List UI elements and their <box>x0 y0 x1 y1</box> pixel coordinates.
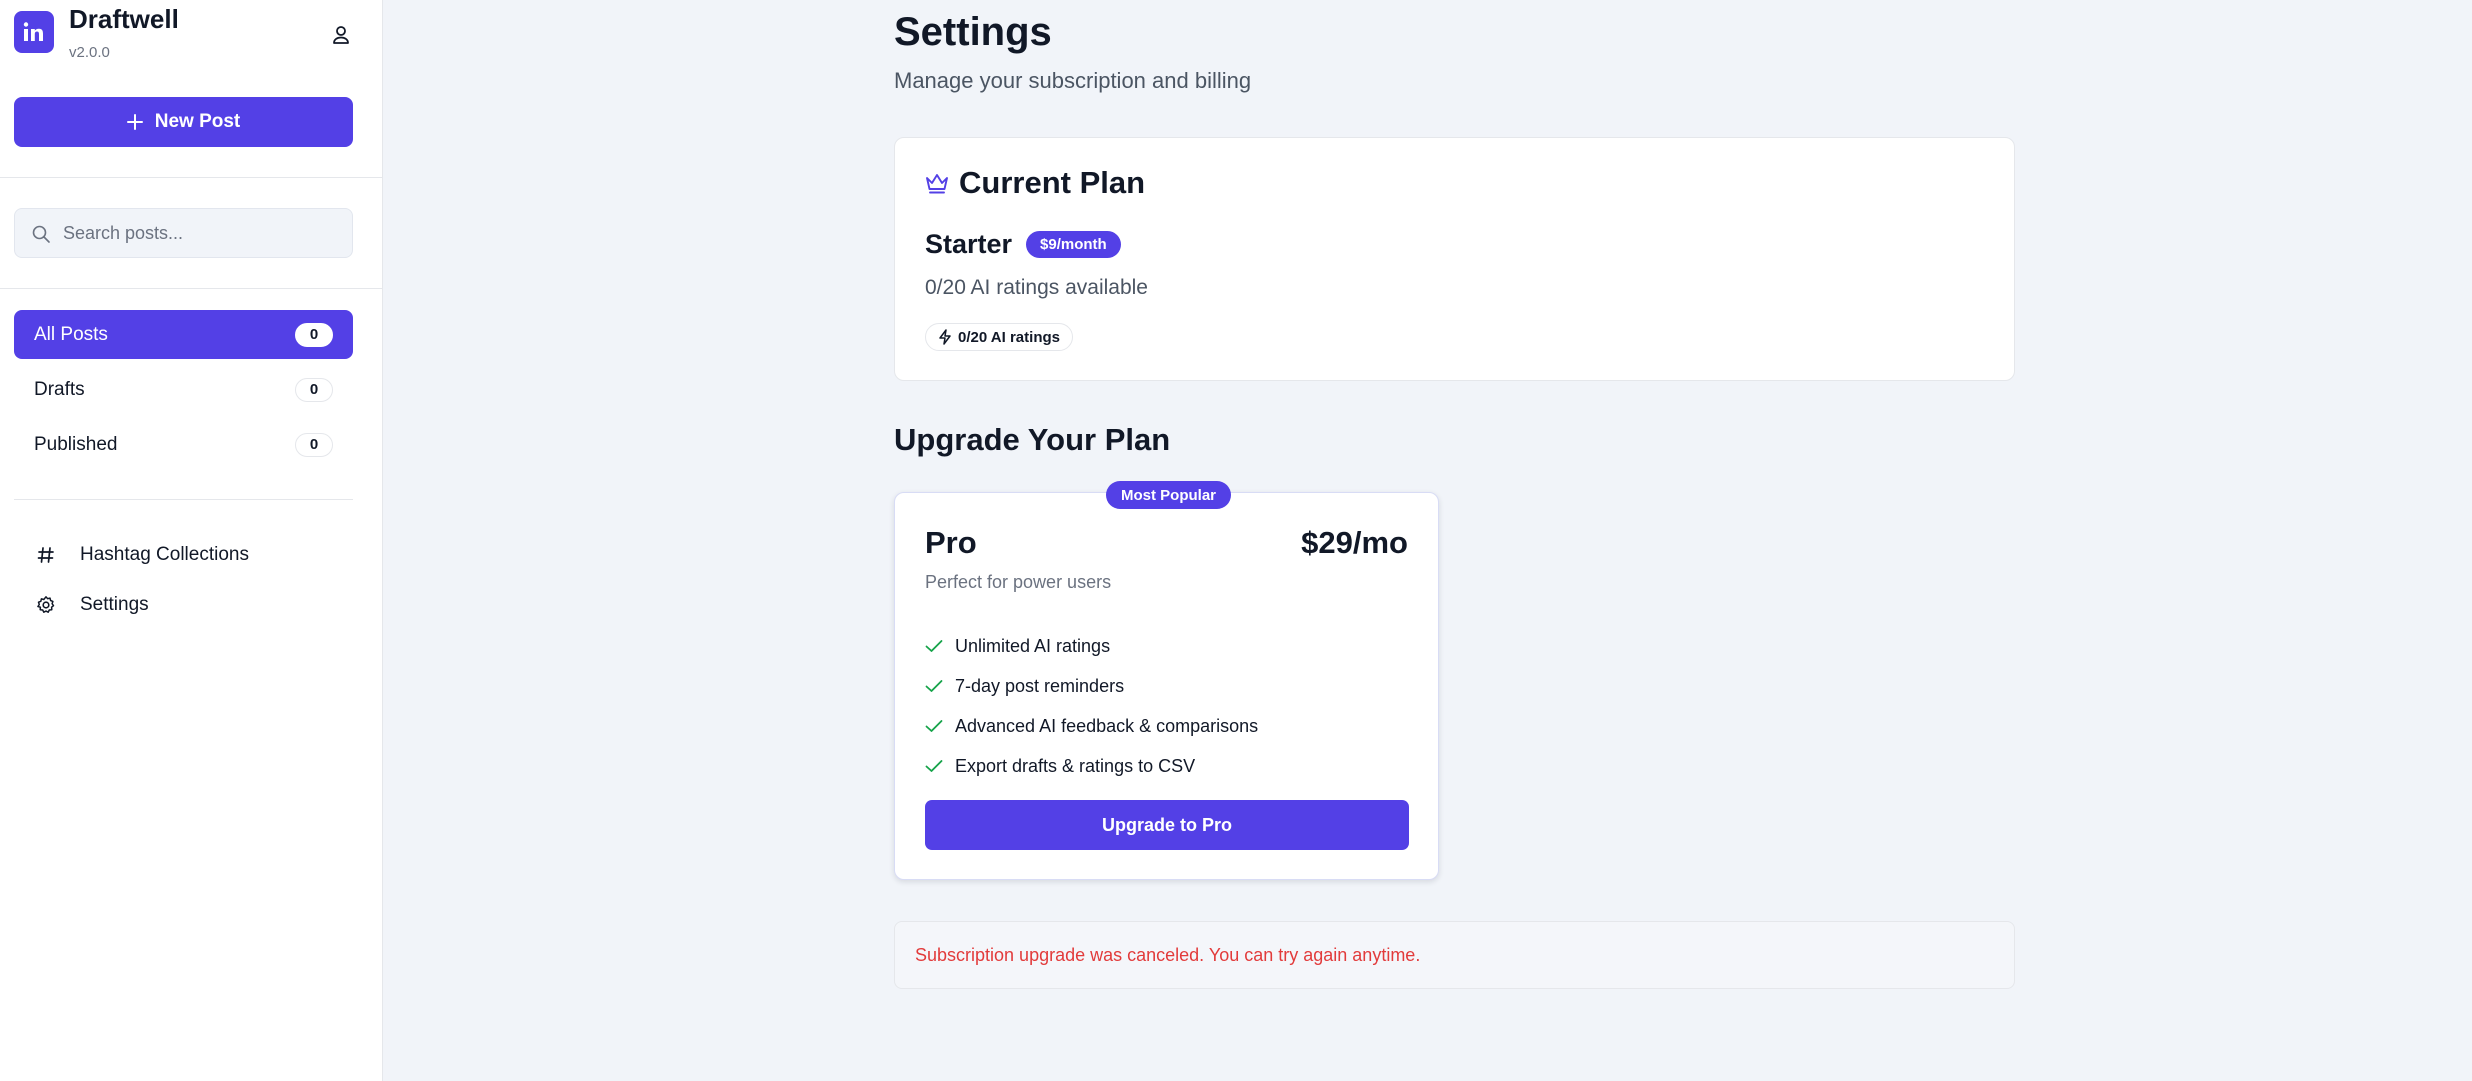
new-post-button[interactable]: New Post <box>14 97 353 147</box>
profile-button[interactable] <box>320 20 362 50</box>
search-box[interactable] <box>14 208 353 258</box>
feature-item: 7-day post reminders <box>925 666 1258 706</box>
search-icon <box>32 225 50 243</box>
pro-plan-description: Perfect for power users <box>925 572 1112 592</box>
count-badge: 0 <box>295 432 333 457</box>
sidebar: Draftwell v2.0.0 New Post All Posts 0 Dr… <box>0 0 383 1081</box>
pro-plan-name: Pro <box>925 525 977 560</box>
search-input[interactable] <box>63 209 343 257</box>
nav-item-published[interactable]: Published 0 <box>14 420 353 469</box>
check-icon <box>925 760 943 772</box>
count-badge: 0 <box>295 322 333 347</box>
cancel-alert: Subscription upgrade was canceled. You c… <box>894 921 2015 989</box>
feature-text: 7-day post reminders <box>955 675 1125 696</box>
divider <box>0 288 383 289</box>
feature-text: Unlimited AI ratings <box>955 635 1111 656</box>
feature-item: Unlimited AI ratings <box>925 626 1258 666</box>
app-version: v2.0.0 <box>69 44 110 61</box>
hash-icon <box>34 543 58 567</box>
brand-header: Draftwell v2.0.0 <box>14 0 369 80</box>
plan-availability: 0/20 AI ratings available <box>925 276 1148 299</box>
current-plan-heading: Current Plan <box>925 165 1145 201</box>
plan-price-badge: $9/month <box>1026 231 1121 258</box>
sidebar-item-hashtag-collections[interactable]: Hashtag Collections <box>14 533 353 577</box>
pro-plan-card: Most Popular Pro $29/mo Perfect for powe… <box>894 481 1439 880</box>
current-plan-title: Current Plan <box>959 165 1146 200</box>
nav-item-drafts[interactable]: Drafts 0 <box>14 365 353 414</box>
sidebar-item-label: Settings <box>80 594 149 615</box>
check-icon <box>925 640 943 652</box>
sidebar-item-label: Hashtag Collections <box>80 544 249 565</box>
pro-plan-price: $29/mo <box>1301 525 1408 560</box>
linkedin-icon <box>23 22 43 41</box>
feature-text: Advanced AI feedback & comparisons <box>955 715 1259 736</box>
feature-item: Export drafts & ratings to CSV <box>925 746 1258 786</box>
feature-item: Advanced AI feedback & comparisons <box>925 706 1258 746</box>
nav-item-label: Drafts <box>34 378 85 400</box>
count-badge: 0 <box>295 377 333 402</box>
crown-icon <box>926 174 948 194</box>
page-subtitle: Manage your subscription and billing <box>894 68 1252 93</box>
current-plan-card: Current Plan Starter $9/month 0/20 AI ra… <box>894 137 2015 381</box>
app-logo <box>14 11 54 53</box>
new-post-label: New Post <box>154 111 241 132</box>
divider <box>14 499 353 500</box>
ai-ratings-chip-label: 0/20 AI ratings <box>958 328 1060 346</box>
gear-icon <box>34 593 58 617</box>
nav-item-label: All Posts <box>34 323 108 345</box>
nav-item-all-posts[interactable]: All Posts 0 <box>14 310 353 359</box>
upgrade-heading: Upgrade Your Plan <box>894 422 1171 457</box>
user-icon <box>333 26 349 44</box>
ai-ratings-chip: 0/20 AI ratings <box>925 323 1073 351</box>
nav-item-label: Published <box>34 433 118 455</box>
app-name: Draftwell <box>69 4 179 34</box>
plus-icon <box>126 114 143 130</box>
check-icon <box>925 680 943 692</box>
lightning-icon <box>939 329 951 345</box>
feature-list: Unlimited AI ratings 7-day post reminder… <box>925 626 1258 786</box>
feature-text: Export drafts & ratings to CSV <box>955 755 1196 776</box>
plan-name: Starter <box>925 229 1013 259</box>
divider <box>0 177 383 178</box>
check-icon <box>925 720 943 732</box>
page-title: Settings <box>894 10 1052 54</box>
upgrade-to-pro-button[interactable]: Upgrade to Pro <box>925 800 1409 850</box>
sidebar-item-settings[interactable]: Settings <box>14 583 353 627</box>
most-popular-badge: Most Popular <box>1106 481 1232 509</box>
plan-row: Starter $9/month <box>925 229 1121 260</box>
